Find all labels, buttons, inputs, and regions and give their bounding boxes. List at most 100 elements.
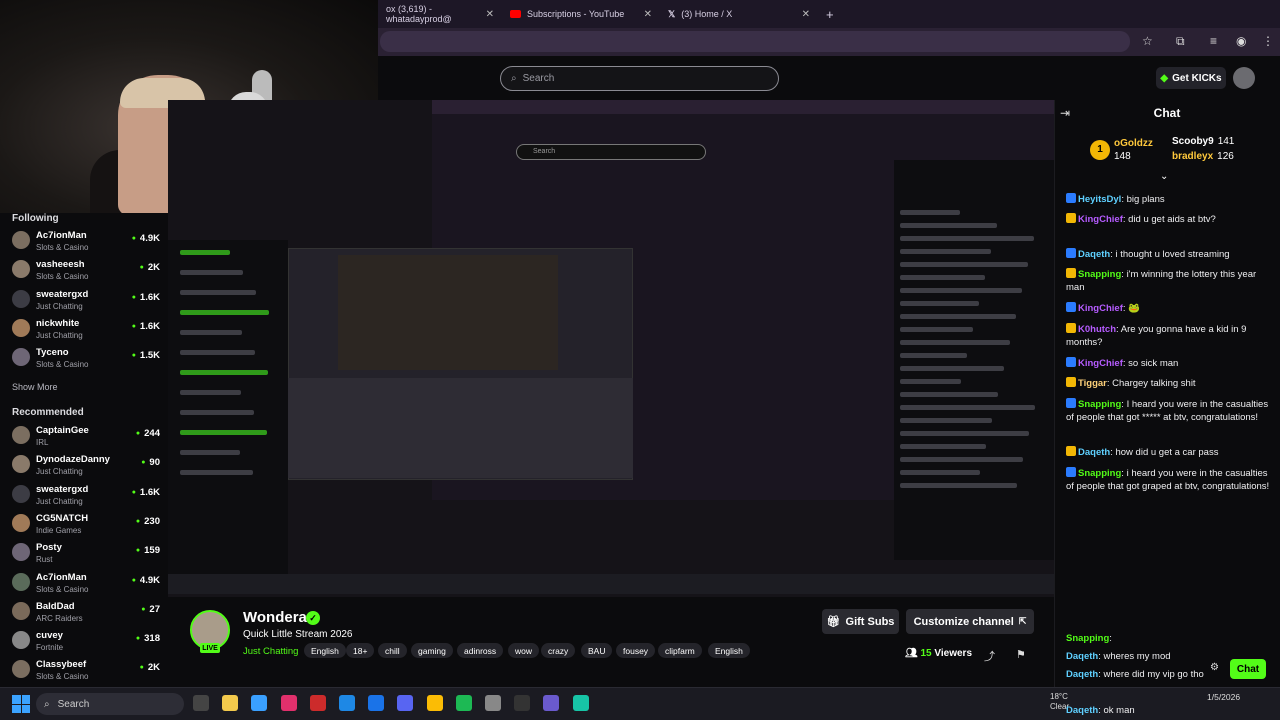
- chat-badge-icon: [1066, 467, 1076, 477]
- sidebar-channel[interactable]: CG5NATCHIndie Games 230: [12, 511, 162, 539]
- sidebar-channel[interactable]: Ac7ionManSlots & Casino4.9K: [12, 228, 162, 256]
- stream-tag[interactable]: gaming: [411, 643, 453, 658]
- sidebar-channel[interactable]: vasheeeshSlots & Casino 2K: [12, 257, 162, 285]
- sidebar-channel[interactable]: CaptainGee IRL 244: [12, 423, 162, 451]
- chat-username[interactable]: Snapping: [1078, 399, 1121, 410]
- copilot-icon[interactable]: [543, 695, 560, 711]
- sidebar-channel[interactable]: sweatergxdJust Chatting 1.6K: [12, 482, 162, 510]
- extensions-icon[interactable]: ⧉: [1176, 34, 1185, 49]
- stream-tag[interactable]: chill: [378, 643, 407, 658]
- channel-avatar: [12, 455, 30, 474]
- epic-games-icon[interactable]: [514, 695, 531, 711]
- channel-name: nickwhite: [36, 317, 80, 329]
- taskbar-clock[interactable]: 1/5/2026: [1207, 692, 1240, 703]
- close-icon[interactable]: ✕: [644, 9, 652, 20]
- channel-viewers: 1.6K: [132, 292, 160, 303]
- tab-x[interactable]: 𝕏 (3) Home / X ✕: [660, 4, 816, 24]
- sidebar-channel[interactable]: cuveyFortnite 318: [12, 628, 162, 656]
- viewers-icon: 👥︎: [905, 648, 918, 659]
- stream-video[interactable]: Search: [168, 100, 1054, 597]
- tab-gmail[interactable]: ox (3,619) - whatadayprod@ ✕: [378, 4, 500, 24]
- channel-name: Ac7ionMan: [36, 571, 87, 583]
- stream-tag[interactable]: English: [304, 643, 346, 658]
- game-icon[interactable]: [572, 695, 589, 711]
- sidebar-channel[interactable]: ClassybeefSlots & Casino 2K: [12, 657, 162, 685]
- file-explorer-icon[interactable]: [222, 695, 239, 711]
- sidebar-channel[interactable]: BaldDadARC Raiders 27: [12, 599, 162, 627]
- nested-text-line: [900, 262, 1028, 267]
- stream-tag[interactable]: English: [708, 643, 750, 658]
- steam-icon[interactable]: [251, 695, 268, 711]
- gift-subs-button[interactable]: 🎁︎ Gift Subs: [822, 609, 899, 634]
- edge-icon[interactable]: [368, 695, 385, 711]
- stream-tag[interactable]: crazy: [541, 643, 576, 658]
- windows-start-icon[interactable]: [12, 695, 30, 713]
- instagram-icon[interactable]: [280, 695, 297, 711]
- chat-username[interactable]: K0hutch: [1078, 324, 1116, 335]
- chat-username[interactable]: Daqeth: [1066, 705, 1098, 716]
- chrome-icon[interactable]: [426, 695, 443, 711]
- menu-dots-icon[interactable]: ⋮: [1262, 34, 1274, 48]
- news-icon[interactable]: [309, 695, 326, 711]
- stream-tag[interactable]: wow: [508, 643, 540, 658]
- sidebar-channel[interactable]: DynodazeDannyJust Chatting 90: [12, 452, 162, 480]
- task-view-icon[interactable]: [193, 695, 209, 711]
- channel-viewers: 159: [136, 545, 160, 556]
- stream-tag[interactable]: fousey: [616, 643, 656, 658]
- playlist-icon[interactable]: ≡: [1210, 34, 1217, 48]
- sidebar-channel[interactable]: sweatergxdJust Chatting 1.6K: [12, 287, 162, 315]
- top-gifter-3[interactable]: bradleyx 126: [1172, 151, 1234, 162]
- stream-tag[interactable]: clipfarm: [658, 643, 702, 658]
- report-icon[interactable]: ⚑: [1016, 648, 1026, 661]
- stream-tag[interactable]: BAU: [581, 643, 613, 658]
- chat-username[interactable]: Tiggar: [1078, 378, 1107, 389]
- chat-username[interactable]: KingChief: [1078, 303, 1123, 314]
- sidebar-channel[interactable]: Ac7ionManSlots & Casino4.9K: [12, 570, 162, 598]
- taskbar-search[interactable]: ⌕ Search: [36, 693, 184, 715]
- obs-preview: [338, 255, 558, 370]
- tab-youtube[interactable]: Subscriptions - YouTube ✕: [502, 4, 658, 24]
- channel-category: Just Chatting: [36, 330, 83, 340]
- chat-input[interactable]: [1066, 658, 1206, 680]
- settings-icon[interactable]: ⚙: [1210, 662, 1219, 673]
- close-icon[interactable]: ✕: [802, 9, 810, 20]
- close-icon[interactable]: ✕: [486, 9, 494, 20]
- streamer-name[interactable]: Wondera: [243, 609, 307, 626]
- new-tab-button[interactable]: +: [818, 4, 838, 24]
- chat-username[interactable]: HeyitsDyl: [1078, 194, 1121, 205]
- sidebar-channel[interactable]: TycenoSlots & Casino 1.5K: [12, 345, 162, 373]
- star-icon[interactable]: ☆: [1142, 34, 1153, 48]
- stream-tag[interactable]: 18+: [346, 643, 375, 658]
- top-gifter-1[interactable]: oGoldzz: [1114, 138, 1153, 149]
- outlook-icon[interactable]: [339, 695, 355, 711]
- top-gifter-2[interactable]: Scooby9 141: [1172, 136, 1234, 147]
- search-icon: ⌕: [511, 73, 517, 84]
- user-avatar[interactable]: [1233, 67, 1255, 89]
- share-icon[interactable]: ⤴: [984, 648, 995, 664]
- sidebar-channel[interactable]: PostyRust 159: [12, 540, 162, 568]
- show-more-link[interactable]: Show More: [12, 382, 58, 392]
- channel-viewers: 4.9K: [132, 575, 160, 586]
- chat-username[interactable]: Daqeth: [1078, 249, 1110, 260]
- customize-channel-button[interactable]: Customize channel ⇱: [906, 609, 1034, 634]
- chat-username[interactable]: Snapping: [1066, 633, 1109, 644]
- chat-username[interactable]: KingChief: [1078, 358, 1123, 369]
- discord-icon[interactable]: [397, 695, 414, 711]
- chat-username[interactable]: Daqeth: [1078, 447, 1110, 458]
- search-input[interactable]: ⌕ Search: [500, 66, 779, 91]
- address-bar[interactable]: [380, 31, 1130, 52]
- chevron-down-icon[interactable]: ⌄: [1160, 171, 1168, 182]
- obs-icon[interactable]: [485, 695, 501, 711]
- profile-icon[interactable]: ◉: [1236, 34, 1246, 48]
- chat-username[interactable]: KingChief: [1078, 214, 1123, 225]
- chat-message: K0hutch: Are you gonna have a kid in 9 m…: [1066, 323, 1276, 349]
- chat-username[interactable]: Snapping: [1078, 468, 1121, 479]
- send-chat-button[interactable]: Chat: [1230, 659, 1266, 679]
- spotify-icon[interactable]: [455, 695, 472, 711]
- get-kicks-button[interactable]: ◆ Get KICKs: [1156, 67, 1226, 89]
- sidebar-channel[interactable]: nickwhiteJust Chatting 1.6K: [12, 316, 162, 344]
- stream-category[interactable]: Just Chatting: [243, 646, 298, 657]
- stream-tag[interactable]: adinross: [457, 643, 504, 658]
- channel-viewers: 90: [141, 457, 160, 468]
- chat-username[interactable]: Snapping: [1078, 269, 1121, 280]
